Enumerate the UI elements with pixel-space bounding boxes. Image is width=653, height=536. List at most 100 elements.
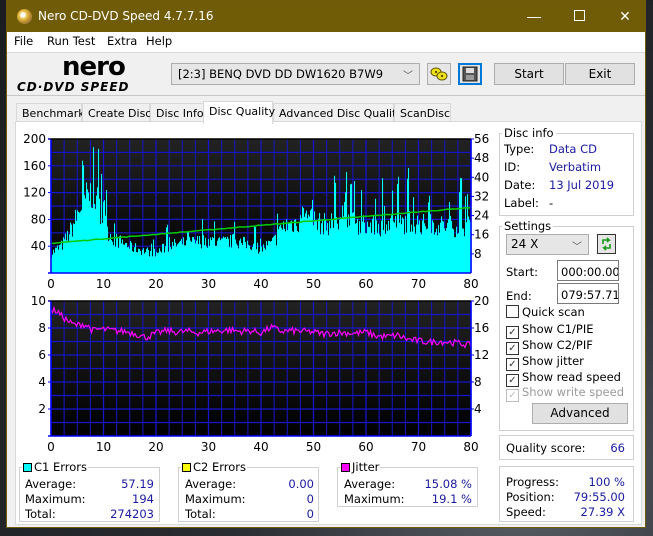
c1-bar [147, 247, 149, 273]
checkbox-label: Show write speed [522, 385, 624, 399]
c1-bar [380, 236, 382, 273]
x-tick-label: 30 [201, 277, 216, 288]
c1-bar [200, 244, 202, 273]
c1-bar [210, 237, 212, 273]
c1-bar [439, 232, 441, 273]
menu-help[interactable]: Help [146, 34, 172, 48]
show-c2-pif-checkbox[interactable]: ✓ Show C2/PIF [506, 338, 593, 355]
y2-tick-label: 16 [474, 228, 489, 242]
c1-bar [312, 200, 314, 273]
c1-bar [327, 222, 329, 273]
c1-bar [158, 252, 160, 273]
save-button[interactable] [458, 63, 482, 85]
speed-value: 27.39 X [580, 505, 625, 519]
c1-bar [239, 240, 241, 273]
exit-button[interactable]: Exit [565, 63, 635, 85]
jitter-title: Jitter [340, 460, 381, 474]
c1-bar [442, 220, 444, 273]
start-time-input[interactable] [557, 260, 619, 281]
c1-bar [400, 215, 402, 273]
c1-bar [229, 247, 231, 273]
show-jitter-checkbox[interactable]: ✓ Show jitter [506, 354, 584, 371]
c1-bar [246, 248, 248, 273]
c1-bar [291, 220, 293, 273]
c1-bar [345, 192, 347, 273]
start-button[interactable]: Start [494, 63, 564, 85]
x-tick-label: 70 [411, 277, 426, 288]
minimize-button[interactable]: — [511, 1, 557, 32]
end-time-input[interactable] [557, 283, 619, 304]
c1-bar [430, 214, 432, 273]
y-tick-label: 6 [38, 348, 46, 362]
tab-disc-info[interactable]: Disc Info [150, 103, 204, 123]
tab-scandisc[interactable]: ScanDisc [394, 103, 451, 123]
c1-bar [378, 223, 380, 273]
c1-bar [463, 228, 465, 273]
c1-bar [403, 218, 405, 273]
type-value: Data CD [549, 142, 597, 156]
menu-bar: File Run Test Extra Help [7, 32, 645, 52]
advanced-button[interactable]: Advanced [532, 403, 628, 424]
c1-bar [114, 223, 116, 273]
tab-benchmark[interactable]: Benchmark [16, 103, 85, 123]
menu-run-test[interactable]: Run Test [47, 34, 95, 48]
c1-bar [129, 248, 131, 273]
c1-bar [395, 216, 397, 273]
speed-select[interactable]: 24 X ﹀ [506, 234, 589, 255]
y2-tick-label: 8 [474, 375, 482, 389]
c1-bar [393, 221, 395, 273]
c1-bar [103, 201, 105, 273]
y2-tick-label: 48 [474, 151, 489, 165]
c1-bar [309, 216, 311, 273]
x-tick-label: 50 [306, 440, 321, 454]
c1-bar [331, 213, 333, 273]
c1-bar [441, 216, 443, 273]
c1-bar [458, 233, 460, 273]
c1-bar [323, 234, 325, 273]
c1-bar [199, 236, 201, 273]
disc-info-title: Disc info [502, 126, 556, 140]
jitter-average-label: Average: [344, 477, 396, 491]
tab-advanced-disc-quality[interactable]: Advanced Disc Quality [273, 103, 403, 123]
c1-bar [285, 231, 287, 273]
c1-bar [113, 245, 115, 273]
drive-info-button[interactable] [427, 63, 451, 85]
c1-bar [401, 224, 403, 273]
c1-bar [366, 233, 368, 273]
c1-bar [338, 229, 340, 273]
discs-icon [430, 67, 448, 81]
quick-scan-checkbox[interactable]: Quick scan [506, 305, 585, 319]
c1-bar [143, 248, 145, 273]
maximize-button[interactable] [556, 1, 602, 32]
close-button[interactable]: ✕ [602, 1, 648, 32]
c1-bar [279, 226, 281, 273]
tab-create-disc[interactable]: Create Disc [82, 103, 151, 123]
title-bar[interactable]: Nero CD-DVD Speed 4.7.7.16 — ✕ [7, 1, 645, 32]
c1-bar [88, 192, 90, 273]
c1-bar [152, 256, 154, 273]
c1-bar [332, 219, 334, 273]
end-label: End: [506, 289, 532, 303]
c1-bar [281, 227, 283, 273]
c1-bar [423, 213, 425, 273]
c1-bar [434, 234, 436, 273]
c1-bar [365, 233, 367, 273]
c1-bar [175, 242, 177, 273]
refresh-speeds-button[interactable] [597, 234, 616, 254]
menu-extra[interactable]: Extra [107, 34, 137, 48]
show-c1-pie-checkbox[interactable]: ✓ Show C1/PIE [506, 322, 594, 339]
c1-bar [450, 215, 452, 273]
c1-bar [85, 198, 87, 273]
tab-disc-quality[interactable]: Disc Quality [203, 101, 275, 124]
c1-bar [170, 247, 172, 273]
y2-tick-label: 12 [474, 348, 489, 362]
date-value: 13 Jul 2019 [549, 178, 615, 192]
c1-bar [457, 233, 459, 273]
menu-file[interactable]: File [14, 34, 33, 48]
c1-bar [278, 229, 280, 273]
c1-bar [352, 212, 354, 273]
drive-select[interactable]: [2:3] BENQ DVD DD DW1620 B7W9 ﹀ [171, 63, 420, 85]
c1-bar [238, 248, 240, 273]
c1-bar [460, 177, 462, 273]
y-tick-label: 4 [38, 375, 46, 389]
